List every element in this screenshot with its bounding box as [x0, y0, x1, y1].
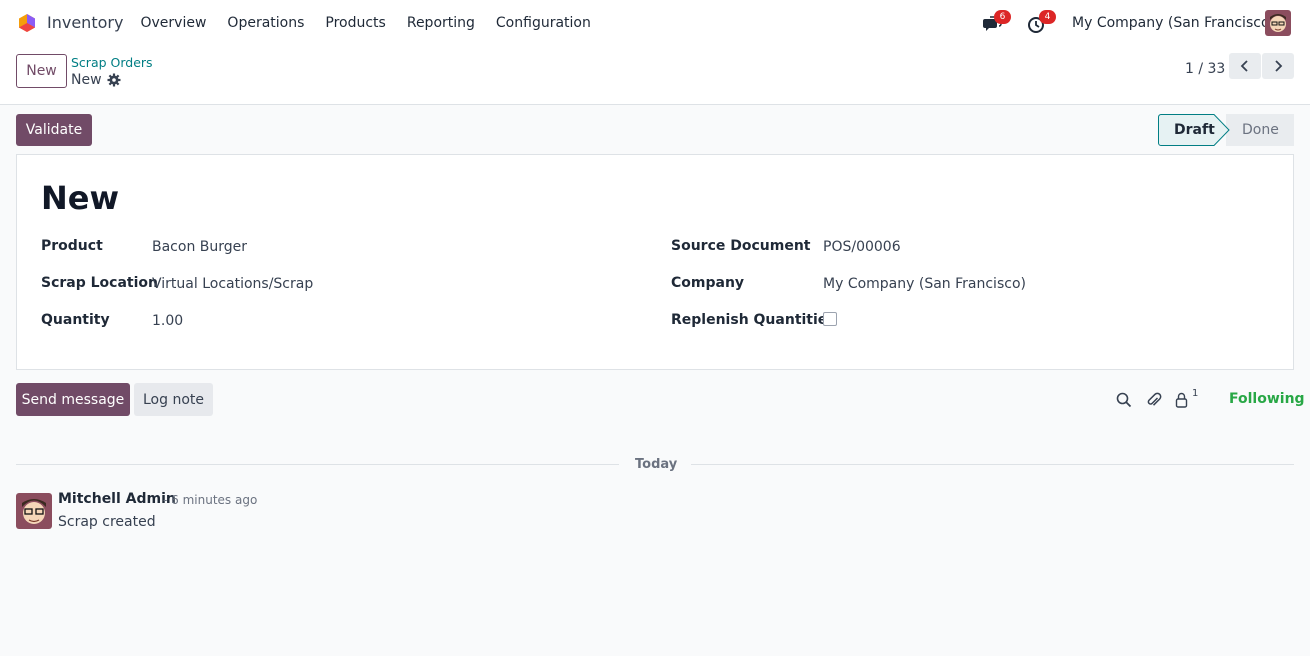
stage-draft-label: Draft	[1174, 122, 1215, 138]
menu-configuration[interactable]: Configuration	[485, 15, 601, 31]
breadcrumb-current: New	[71, 72, 102, 88]
stage-done-label: Done	[1242, 122, 1279, 138]
user-avatar-image	[1265, 10, 1291, 36]
followers-count: 1	[1192, 388, 1199, 399]
message-timestamp: - 6 minutes ago	[163, 493, 258, 507]
quantity-label: Quantity	[41, 312, 110, 328]
replenish-quantities-label: Replenish Quantities	[671, 312, 836, 328]
chevron-right-icon	[1275, 60, 1283, 72]
pager-value[interactable]: 1 / 33	[1185, 61, 1225, 77]
pager-next-button[interactable]	[1262, 53, 1294, 79]
author-avatar-image	[16, 493, 52, 529]
product-label: Product	[41, 238, 103, 254]
company-label: Company	[671, 275, 745, 291]
product-field[interactable]: Bacon Burger	[152, 239, 247, 255]
menu-reporting[interactable]: Reporting	[396, 15, 485, 31]
stage-done[interactable]: Done	[1226, 114, 1294, 146]
paperclip-icon[interactable]	[1145, 391, 1163, 409]
form-sheet: New Product Bacon Burger Scrap Location …	[16, 154, 1294, 370]
messages-count-badge: 6	[994, 10, 1011, 24]
breadcrumb-scrap-orders[interactable]: Scrap Orders	[71, 55, 153, 70]
date-separator-line-right	[691, 464, 1294, 465]
gear-icon[interactable]	[107, 73, 121, 87]
activities-count-badge: 4	[1039, 10, 1056, 24]
date-separator: Today	[635, 457, 678, 472]
chevron-left-icon	[1240, 60, 1248, 72]
top-navbar: Inventory Overview Operations Products R…	[0, 0, 1310, 46]
validate-button[interactable]: Validate	[16, 114, 92, 146]
send-message-button[interactable]: Send message	[16, 383, 130, 416]
message-body: Scrap created	[58, 514, 156, 530]
new-record-button[interactable]: New	[16, 54, 67, 88]
activities-button[interactable]: 4	[1027, 10, 1056, 34]
search-icon[interactable]	[1115, 391, 1133, 409]
scrap-location-label: Scrap Location	[41, 275, 158, 291]
main-menu: Overview Operations Products Reporting C…	[130, 0, 601, 46]
company-field[interactable]: My Company (San Francisco)	[823, 276, 1026, 292]
record-title: New	[41, 179, 120, 217]
app-name[interactable]: Inventory	[47, 13, 123, 32]
pager-previous-button[interactable]	[1229, 53, 1261, 79]
control-panel: New Scrap Orders New 1 / 33	[0, 46, 1310, 105]
log-note-button[interactable]: Log note	[134, 383, 213, 416]
following-button[interactable]: Following	[1229, 391, 1305, 407]
quantity-field[interactable]: 1.00	[152, 313, 183, 329]
date-separator-line-left	[16, 464, 619, 465]
user-avatar[interactable]	[1265, 10, 1291, 36]
scrap-location-field[interactable]: Virtual Locations/Scrap	[152, 276, 313, 292]
menu-overview[interactable]: Overview	[130, 15, 217, 31]
source-document-label: Source Document	[671, 238, 811, 254]
messages-button[interactable]: 6	[982, 10, 1011, 34]
message-author[interactable]: Mitchell Admin	[58, 491, 176, 507]
stage-draft[interactable]: Draft	[1158, 114, 1230, 146]
company-switcher[interactable]: My Company (San Francisco)	[1072, 15, 1275, 31]
source-document-field[interactable]: POS/00006	[823, 239, 901, 255]
message-author-avatar[interactable]	[16, 493, 52, 529]
replenish-quantities-checkbox[interactable]	[823, 312, 837, 326]
followers-lock-icon[interactable]	[1173, 391, 1191, 409]
menu-products[interactable]: Products	[315, 15, 396, 31]
menu-operations[interactable]: Operations	[217, 15, 315, 31]
inventory-app-icon[interactable]	[17, 13, 37, 33]
